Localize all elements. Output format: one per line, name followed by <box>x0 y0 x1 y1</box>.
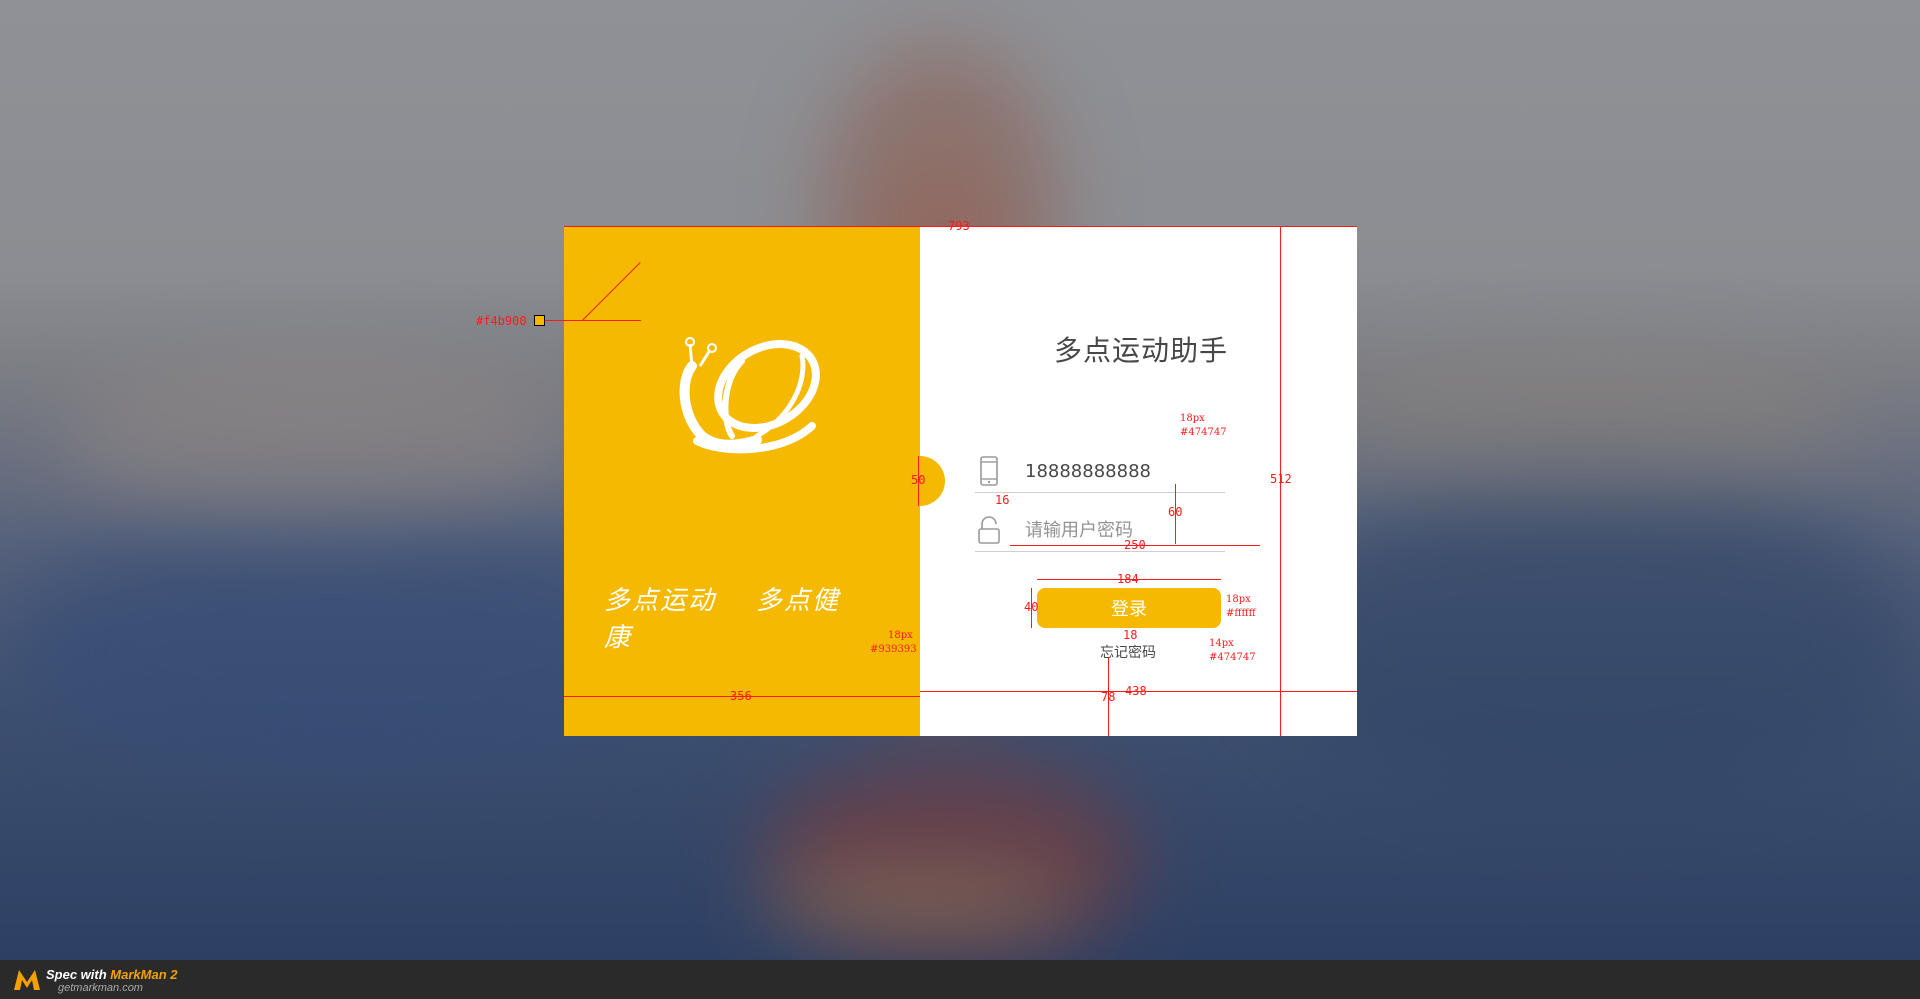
password-input[interactable] <box>1025 515 1225 545</box>
login-button[interactable]: 登录 <box>1037 588 1221 628</box>
bg-blur-4 <box>1260 480 1920 800</box>
phone-input[interactable] <box>1025 456 1225 486</box>
markman-footer: Spec with MarkMan 2 getmarkman.com <box>0 960 1920 999</box>
phone-icon <box>980 456 998 486</box>
password-field <box>975 511 1225 552</box>
spec-prefix: Spec with <box>46 967 111 982</box>
bg-blur-5 <box>60 360 580 520</box>
bg-blur-6 <box>1320 350 1860 490</box>
phone-field <box>975 452 1225 493</box>
snail-logo-icon <box>679 337 820 454</box>
login-dialog: 多点运动多点健康 多点运动助手 登录 忘记密码 <box>564 226 1357 736</box>
spec-brand: MarkMan 2 <box>110 967 178 982</box>
slogan-line-1: 多点运动 <box>604 586 717 616</box>
bg-blur-7 <box>760 760 1140 960</box>
slogan: 多点运动 多点健康 <box>604 580 904 654</box>
markman-site[interactable]: getmarkman.com <box>58 982 143 994</box>
markman-spec-label: Spec with MarkMan 2 <box>46 967 178 982</box>
markman-logo-icon <box>14 970 40 990</box>
bg-blur-8 <box>760 880 1080 920</box>
brand-panel: 多点运动 多点健康 <box>564 226 920 736</box>
lock-icon <box>978 516 1000 544</box>
app-title: 多点运动助手 <box>1054 334 1229 367</box>
forgot-password-link[interactable]: 忘记密码 <box>1100 642 1156 662</box>
